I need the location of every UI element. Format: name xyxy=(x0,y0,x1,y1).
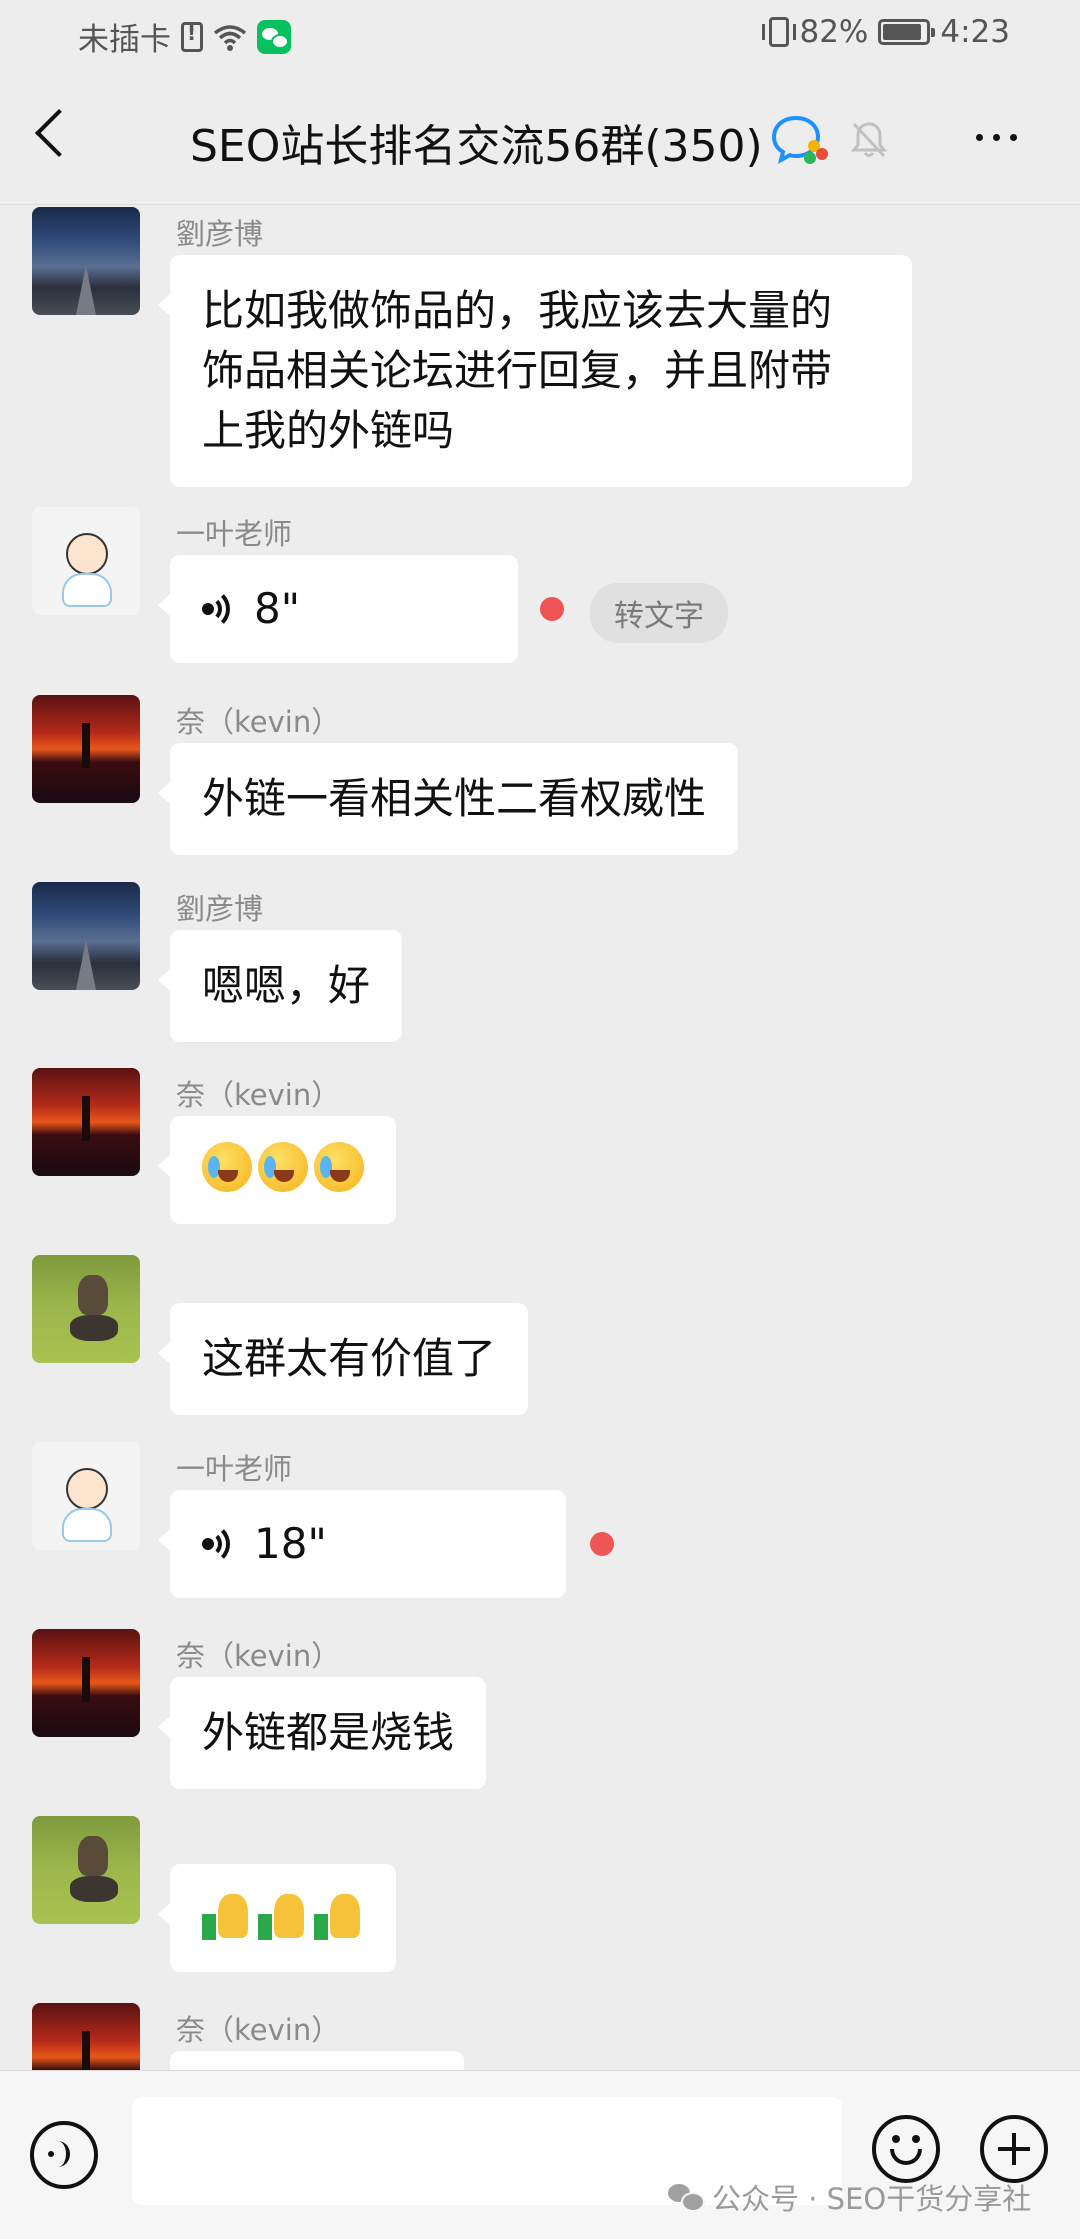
wechat-logo-icon xyxy=(668,2184,705,2212)
battery-percent: 82% xyxy=(799,14,869,50)
avatar-kevin[interactable] xyxy=(32,2003,140,2070)
sender-name: 劉彦博 xyxy=(176,892,264,926)
more-actions-plus-icon[interactable] xyxy=(980,2115,1048,2183)
message-line: 饰品相关论坛进行回复，并且附带 xyxy=(202,346,833,395)
enterprise-chat-icon xyxy=(771,115,828,164)
chat-message-list[interactable]: 劉彦博 比如我做饰品的，我应该去大量的 饰品相关论坛进行回复，并且附带 上我的外… xyxy=(0,205,1080,2070)
unread-dot xyxy=(590,1532,614,1556)
emoji-row xyxy=(202,1890,364,1940)
sim-alert-icon xyxy=(181,21,203,52)
status-bar: 未插卡 82% 4:23 xyxy=(0,0,1080,72)
message-bubble[interactable]: 外链都是烧钱 xyxy=(157,1677,487,1789)
avatar-cat[interactable] xyxy=(32,1255,140,1363)
crying-laughing-emoji-icon xyxy=(258,1142,308,1192)
avatar-liu[interactable] xyxy=(32,882,140,990)
wifi-icon xyxy=(213,24,247,51)
avatar-liu[interactable] xyxy=(32,207,140,315)
avatar-yiye[interactable] xyxy=(32,1442,140,1550)
emoji-picker-icon[interactable] xyxy=(872,2115,940,2183)
back-icon[interactable] xyxy=(34,108,84,158)
battery-icon xyxy=(878,19,936,45)
status-left: 未插卡 xyxy=(78,14,291,59)
voice-wave-icon xyxy=(202,1523,236,1565)
watermark: 公众号 · SEO干货分享社 xyxy=(668,2176,1031,2218)
unread-dot xyxy=(540,597,564,621)
sender-name: 一叶老师 xyxy=(176,517,293,551)
clock: 4:23 xyxy=(940,14,1010,50)
wechat-notification-icon xyxy=(257,19,291,54)
emoji-row xyxy=(202,1142,364,1192)
message-line: 比如我做饰品的，我应该去大量的 xyxy=(202,286,833,335)
crying-laughing-emoji-icon xyxy=(314,1142,364,1192)
avatar-yiye[interactable] xyxy=(32,507,140,615)
emoji-message[interactable] xyxy=(158,1116,396,1224)
avatar-kevin[interactable] xyxy=(32,1629,140,1737)
voice-duration: 18" xyxy=(254,1519,327,1568)
voice-wave-icon xyxy=(202,588,236,630)
message-line: 上我的外链吗 xyxy=(202,406,455,455)
vibrate-icon xyxy=(762,17,797,47)
sender-name: 劉彦博 xyxy=(176,217,264,251)
voice-message[interactable]: 8" xyxy=(158,555,518,663)
message-bubble[interactable]: 嗯嗯，好 xyxy=(157,930,403,1042)
sender-name: 奈（kevin） xyxy=(176,2013,341,2047)
watermark-text: 公众号 · SEO干货分享社 xyxy=(712,2182,1032,2216)
chat-header: SEO站长排名交流56群(350) xyxy=(0,72,1080,205)
avatar-kevin[interactable] xyxy=(32,1068,140,1176)
more-options-icon[interactable] xyxy=(976,134,1017,141)
thumbs-up-emoji-icon xyxy=(258,1890,308,1940)
thumbs-up-emoji-icon xyxy=(314,1890,364,1940)
emoji-message[interactable] xyxy=(158,1864,396,1972)
message-bubble[interactable]: 外链一看相关性二看权威性 xyxy=(157,743,739,855)
sender-name: 奈（kevin） xyxy=(176,1639,341,1673)
voice-message[interactable]: 18" xyxy=(158,1490,566,1598)
sender-name: 奈（kevin） xyxy=(176,705,341,739)
message-bubble[interactable]: 比如我做饰品的，我应该去大量的 饰品相关论坛进行回复，并且附带 上我的外链吗 xyxy=(158,255,912,487)
carrier-text: 未插卡 xyxy=(78,22,171,58)
chat-title: SEO站长排名交流56群(350) xyxy=(190,121,763,172)
sender-name: 一叶老师 xyxy=(176,1452,293,1486)
crying-laughing-emoji-icon xyxy=(202,1142,252,1192)
avatar-cat[interactable] xyxy=(32,1816,140,1924)
avatar-kevin[interactable] xyxy=(32,695,140,803)
sender-name: 奈（kevin） xyxy=(176,1078,341,1112)
voice-input-toggle-icon[interactable] xyxy=(30,2121,98,2189)
thumbs-up-emoji-icon xyxy=(202,1890,252,1940)
message-bubble[interactable] xyxy=(170,2051,464,2070)
convert-to-text-button[interactable]: 转文字 xyxy=(590,583,728,643)
message-bubble[interactable]: 这群太有价值了 xyxy=(157,1303,529,1415)
voice-duration: 8" xyxy=(254,584,301,633)
status-right: 82% 4:23 xyxy=(762,14,1010,50)
mute-bell-icon xyxy=(850,122,888,158)
